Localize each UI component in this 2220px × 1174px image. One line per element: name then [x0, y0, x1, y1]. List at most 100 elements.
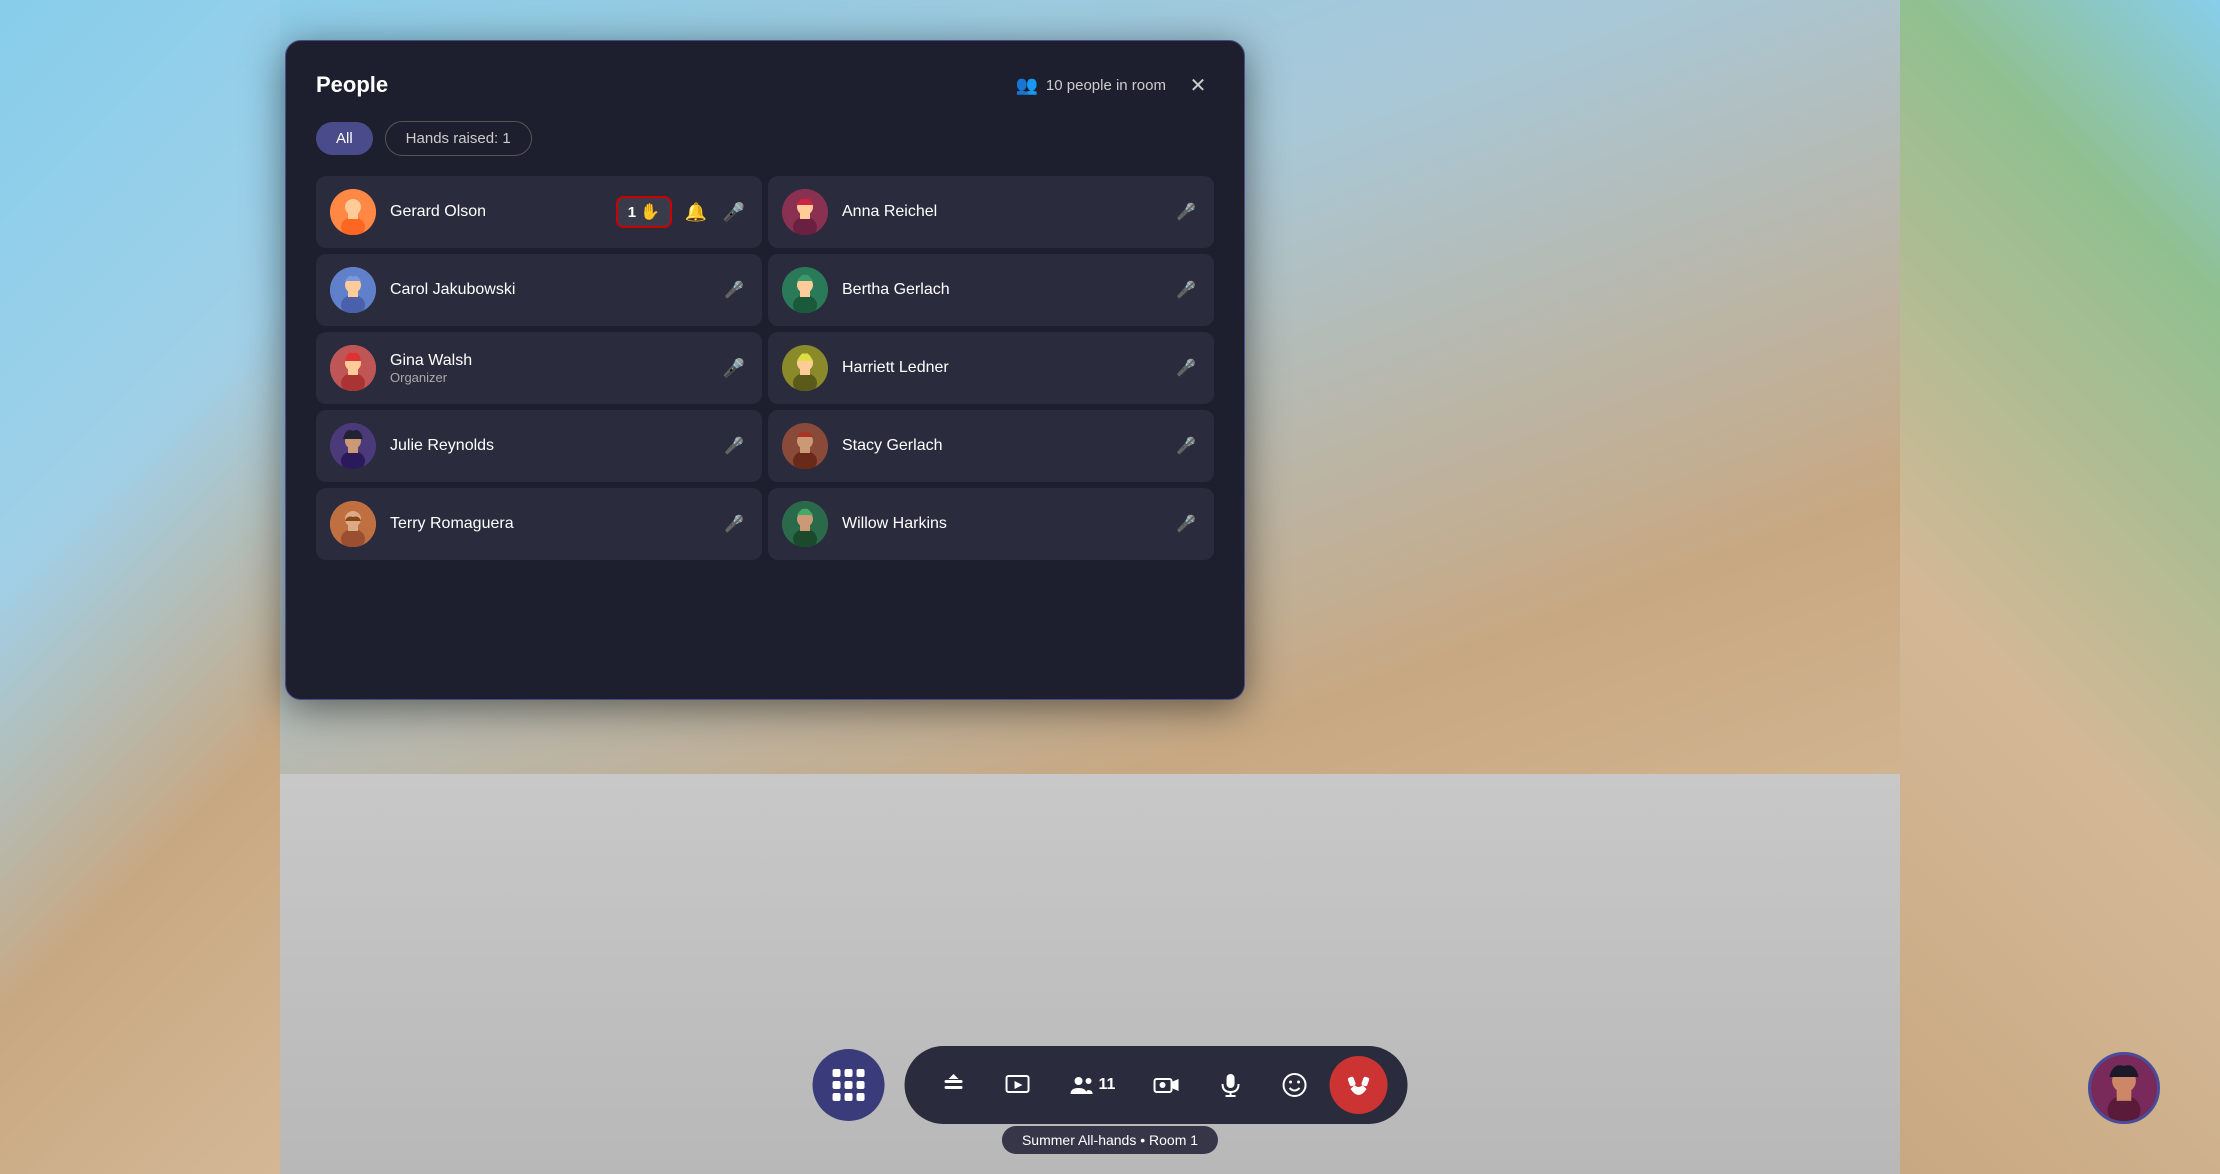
people-count-badge: 👥 10 people in room — [1015, 75, 1166, 96]
person-row-harriett: Harriett Ledner 🎤 — [768, 332, 1214, 404]
mic-button[interactable] — [1201, 1056, 1259, 1114]
person-name-harriett: Harriett Ledner — [842, 359, 1172, 377]
person-info-stacy: Stacy Gerlach — [842, 437, 1172, 455]
person-info-gerard: Gerard Olson — [390, 203, 616, 221]
person-info-harriett: Harriett Ledner — [842, 359, 1172, 377]
person-name-gerard: Gerard Olson — [390, 203, 616, 221]
hand-count: 1 — [628, 204, 636, 221]
apps-dot — [857, 1093, 865, 1101]
wall-left — [0, 0, 280, 1174]
mic-muted-anna[interactable]: 🎤 — [1172, 198, 1200, 226]
mic-muted-harriett[interactable]: 🎤 — [1172, 354, 1200, 382]
hand-raise-badge[interactable]: 1 ✋ — [616, 196, 672, 228]
apps-dot — [845, 1081, 853, 1089]
avatar-stacy — [782, 423, 828, 469]
user-avatar[interactable] — [2088, 1052, 2160, 1124]
panel-title: People — [316, 72, 388, 98]
person-row-willow: Willow Harkins 🎤 — [768, 488, 1214, 560]
person-info-julie: Julie Reynolds — [390, 437, 720, 455]
apps-dot — [833, 1081, 841, 1089]
mic-muted-willow[interactable]: 🎤 — [1172, 510, 1200, 538]
person-actions-stacy: 🎤 — [1172, 432, 1200, 460]
wall-right — [1900, 0, 2220, 1174]
person-role-gina: Organizer — [390, 370, 720, 385]
person-row-gina: Gina Walsh Organizer 🎤 — [316, 332, 762, 404]
view-button[interactable] — [925, 1056, 983, 1114]
person-actions-harriett: 🎤 — [1172, 354, 1200, 382]
apps-dot — [845, 1093, 853, 1101]
avatar-gerard — [330, 189, 376, 235]
person-info-carol: Carol Jakubowski — [390, 281, 720, 299]
end-call-button[interactable] — [1329, 1056, 1387, 1114]
mic-muted-julie[interactable]: 🎤 — [720, 432, 748, 460]
person-info-willow: Willow Harkins — [842, 515, 1172, 533]
emoji-button[interactable] — [1265, 1056, 1323, 1114]
close-button[interactable]: ✕ — [1182, 69, 1214, 101]
person-info-gina: Gina Walsh Organizer — [390, 352, 720, 385]
person-info-terry: Terry Romaguera — [390, 515, 720, 533]
mic-muted-bertha[interactable]: 🎤 — [1172, 276, 1200, 304]
mic-muted-terry[interactable]: 🎤 — [720, 510, 748, 538]
apps-dot — [833, 1093, 841, 1101]
avatar-harriett — [782, 345, 828, 391]
person-actions-gerard: 1 ✋ 🔔 🎤 — [616, 196, 748, 228]
tab-all[interactable]: All — [316, 122, 373, 155]
apps-button[interactable] — [813, 1049, 885, 1121]
media-button[interactable] — [989, 1056, 1047, 1114]
camera-button[interactable] — [1137, 1056, 1195, 1114]
avatar-anna — [782, 189, 828, 235]
person-name-stacy: Stacy Gerlach — [842, 437, 1172, 455]
panel-header-right: 👥 10 people in room ✕ — [1015, 69, 1214, 101]
mic-icon-gerard[interactable]: 🎤 — [720, 198, 748, 226]
apps-grid — [833, 1069, 865, 1101]
person-name-julie: Julie Reynolds — [390, 437, 720, 455]
people-grid: Gerard Olson 1 ✋ 🔔 🎤 — [316, 176, 1214, 560]
apps-dot — [857, 1081, 865, 1089]
avatar-julie — [330, 423, 376, 469]
person-actions-bertha: 🎤 — [1172, 276, 1200, 304]
participant-count: 11 — [1099, 1076, 1116, 1094]
person-name-terry: Terry Romaguera — [390, 515, 720, 533]
person-actions-anna: 🎤 — [1172, 198, 1200, 226]
person-row-gerard: Gerard Olson 1 ✋ 🔔 🎤 — [316, 176, 762, 248]
avatar-gina — [330, 345, 376, 391]
person-name-carol: Carol Jakubowski — [390, 281, 720, 299]
person-info-bertha: Bertha Gerlach — [842, 281, 1172, 299]
room-label: Summer All-hands • Room 1 — [1002, 1126, 1218, 1154]
tabs-container: All Hands raised: 1 — [316, 121, 1214, 156]
avatar-bertha — [782, 267, 828, 313]
person-actions-carol: 🎤 — [720, 276, 748, 304]
people-panel: People 👥 10 people in room ✕ All Hands r… — [285, 40, 1245, 700]
apps-dot — [833, 1069, 841, 1077]
person-row-anna: Anna Reichel 🎤 — [768, 176, 1214, 248]
notification-icon-gerard[interactable]: 🔔 — [682, 198, 710, 226]
person-row-stacy: Stacy Gerlach 🎤 — [768, 410, 1214, 482]
toolbar-main: 11 — [905, 1046, 1408, 1124]
mic-active-gina[interactable]: 🎤 — [720, 354, 748, 382]
participants-button[interactable]: 11 — [1053, 1056, 1132, 1114]
person-actions-terry: 🎤 — [720, 510, 748, 538]
person-row-carol: Carol Jakubowski 🎤 — [316, 254, 762, 326]
mic-muted-carol[interactable]: 🎤 — [720, 276, 748, 304]
people-count-text: 10 people in room — [1046, 77, 1166, 94]
person-info-anna: Anna Reichel — [842, 203, 1172, 221]
person-actions-julie: 🎤 — [720, 432, 748, 460]
apps-dot — [845, 1069, 853, 1077]
people-icon: 👥 — [1015, 75, 1037, 96]
person-row-julie: Julie Reynolds 🎤 — [316, 410, 762, 482]
mic-muted-stacy[interactable]: 🎤 — [1172, 432, 1200, 460]
person-name-gina: Gina Walsh — [390, 352, 720, 370]
panel-header: People 👥 10 people in room ✕ — [316, 69, 1214, 101]
person-name-willow: Willow Harkins — [842, 515, 1172, 533]
avatar-willow — [782, 501, 828, 547]
person-row-terry: Terry Romaguera 🎤 — [316, 488, 762, 560]
person-row-bertha: Bertha Gerlach 🎤 — [768, 254, 1214, 326]
person-actions-gina: 🎤 — [720, 354, 748, 382]
person-name-anna: Anna Reichel — [842, 203, 1172, 221]
toolbar: 11 — [813, 1046, 1408, 1124]
tab-hands-raised[interactable]: Hands raised: 1 — [385, 121, 532, 156]
avatar-carol — [330, 267, 376, 313]
person-actions-willow: 🎤 — [1172, 510, 1200, 538]
person-name-bertha: Bertha Gerlach — [842, 281, 1172, 299]
apps-dot — [857, 1069, 865, 1077]
